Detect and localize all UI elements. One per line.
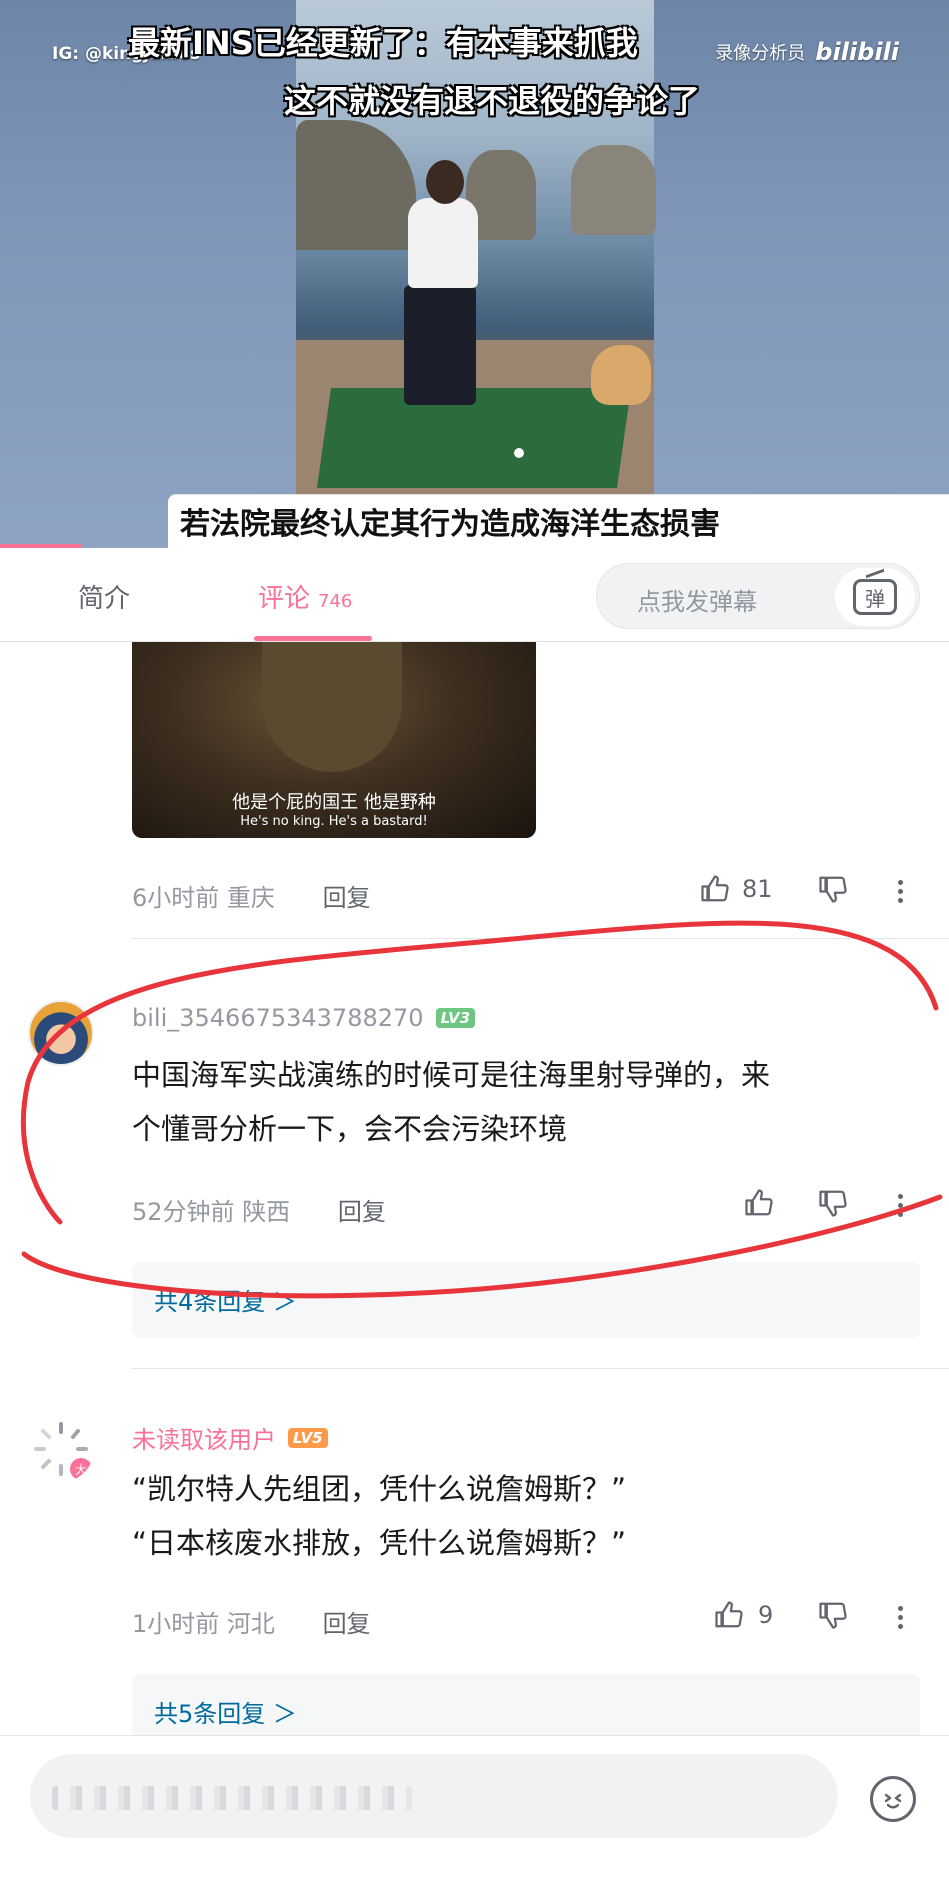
dislike-icon <box>819 1190 847 1217</box>
comment-username[interactable]: 未读取该用户 LV5 <box>132 1420 328 1455</box>
image-subtitle-cn: 他是个屁的国王 他是野种 <box>232 792 436 813</box>
tab-comments-label: 评论 <box>258 584 311 614</box>
reply-button[interactable]: 回复 <box>323 1610 371 1638</box>
emoji-icon[interactable] <box>870 1776 916 1822</box>
comment-input[interactable] <box>30 1754 838 1838</box>
like-button[interactable]: 81 <box>700 874 773 904</box>
danmaku-input[interactable]: 点我发弹幕 弹 <box>596 563 920 629</box>
image-subtitle-en: He's no king. He's a bastard! <box>240 814 428 829</box>
comment-meta: 1小时前 河北 回复 <box>132 1604 371 1639</box>
avatar[interactable]: 大 <box>28 1416 94 1482</box>
more-icon[interactable] <box>898 876 904 907</box>
loading-spinner-icon: 大 <box>34 1422 92 1480</box>
comment-location: 重庆 <box>226 884 275 912</box>
video-subtitle: 若法院最终认定其行为造成海洋生态损害 <box>168 494 949 548</box>
view-replies-link[interactable]: 共5条回复 ＞ <box>132 1674 920 1735</box>
like-count: 81 <box>742 875 773 903</box>
danmaku-placeholder: 点我发弹幕 <box>637 588 757 616</box>
video-player[interactable]: IG: @kingjames 录像分析员 bilibili 最新INS已经更新了… <box>0 0 949 548</box>
video-caption-line2: 这不就没有退不退役的争论了 <box>284 82 701 120</box>
comment-location: 河北 <box>226 1610 275 1638</box>
uploader-watermark: 录像分析员 bilibili <box>715 38 899 66</box>
like-count: 9 <box>758 1601 774 1629</box>
bilibili-logo: bilibili <box>815 38 899 66</box>
reply-button[interactable]: 回复 <box>323 884 371 912</box>
like-icon <box>715 1601 743 1628</box>
comment-image[interactable]: 他是个屁的国王 他是野种 He's no king. He's a bastar… <box>132 642 536 838</box>
more-icon[interactable] <box>898 1602 904 1633</box>
danmaku-toggle-button[interactable]: 弹 <box>835 568 915 626</box>
comment-time: 6小时前 <box>132 884 220 912</box>
dislike-button[interactable] <box>818 874 848 904</box>
like-icon <box>701 875 729 902</box>
video-tabs: 简介 评论 746 点我发弹幕 弹 <box>0 548 949 642</box>
comment-divider <box>132 938 949 939</box>
comment-time: 1小时前 <box>132 1610 220 1638</box>
like-icon <box>745 1189 773 1216</box>
like-button[interactable] <box>744 1188 774 1218</box>
tab-comments[interactable]: 评论 746 <box>258 578 352 615</box>
blurred-placeholder <box>52 1786 412 1810</box>
username-text: bili_3546675343788270 <box>132 1004 424 1032</box>
level-badge: LV5 <box>288 1427 328 1448</box>
comment-list[interactable]: 他是个屁的国王 他是野种 He's no king. He's a bastar… <box>0 642 949 1735</box>
dislike-button[interactable] <box>818 1600 848 1630</box>
comment-time: 52分钟前 <box>132 1198 235 1226</box>
comment-divider <box>132 1368 949 1369</box>
danmaku-tv-icon: 弹 <box>853 579 897 615</box>
like-button[interactable]: 9 <box>714 1600 773 1630</box>
more-icon[interactable] <box>898 1190 904 1221</box>
view-replies-link[interactable]: 共4条回复 ＞ <box>132 1262 920 1338</box>
tab-intro[interactable]: 简介 <box>78 578 130 615</box>
dislike-icon <box>819 1602 847 1629</box>
comment-location: 陕西 <box>242 1198 291 1226</box>
level-badge: LV3 <box>435 1008 476 1028</box>
avatar[interactable] <box>28 1000 94 1066</box>
comment-username[interactable]: bili_3546675343788270 LV3 <box>132 1004 476 1032</box>
comment-count: 746 <box>318 591 353 612</box>
dislike-icon <box>819 876 847 903</box>
active-tab-indicator <box>254 636 372 641</box>
recorder-label: 录像分析员 <box>715 43 806 64</box>
svg-text:大: 大 <box>75 1463 87 1477</box>
comment-text: “凯尔特人先组团，凭什么说詹姆斯？” “日本核废水排放，凭什么说詹姆斯？” <box>132 1472 627 1560</box>
dislike-button[interactable] <box>818 1188 848 1218</box>
reply-button[interactable]: 回复 <box>338 1198 386 1226</box>
comment-meta: 6小时前 重庆 回复 <box>132 878 371 913</box>
comment-text: 中国海军实战演练的时候可是往海里射导弹的，来 个懂哥分析一下，会不会污染环境 <box>132 1058 771 1146</box>
username-text: 未读取该用户 <box>132 1426 276 1454</box>
video-caption-line1: 最新INS已经更新了：有本事来抓我 <box>128 24 638 62</box>
comment-meta: 52分钟前 陕西 回复 <box>132 1192 386 1227</box>
comment-input-bar <box>0 1735 949 1885</box>
